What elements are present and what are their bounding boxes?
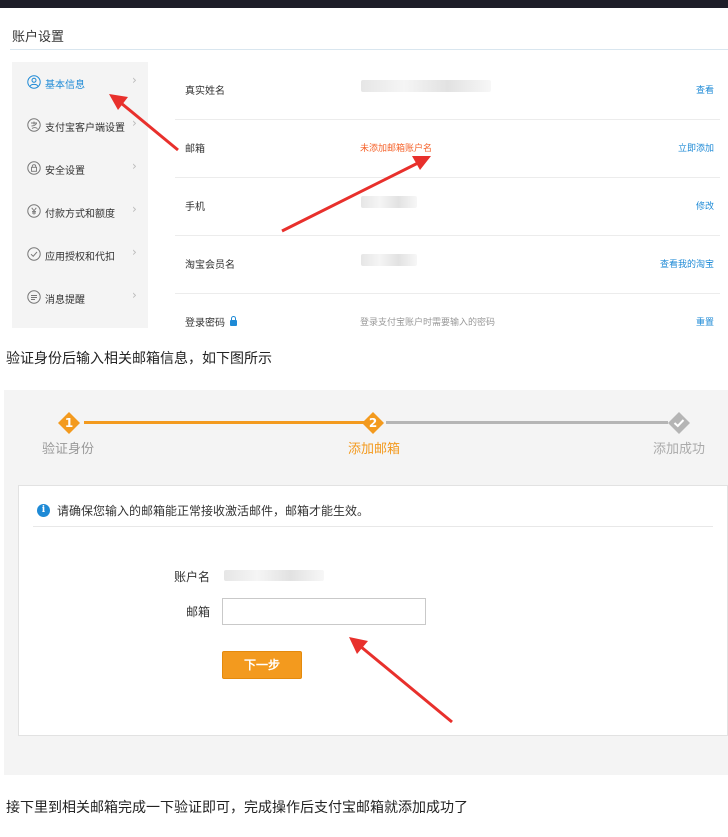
lock-icon xyxy=(27,161,41,175)
chevron-right-icon: › xyxy=(132,159,137,173)
row-label: 真实姓名 xyxy=(185,86,225,97)
sidebar-item-security[interactable]: 安全设置 › xyxy=(12,148,148,188)
chevron-right-icon: › xyxy=(132,116,137,130)
settings-sidebar: 基本信息 › 支付宝客户端设置 › 安全设置 › 付款方式和额度 › 应用授权和… xyxy=(12,62,148,328)
step-number: 1 xyxy=(64,416,74,430)
next-step-button[interactable]: 下一步 xyxy=(222,651,302,679)
redacted-value xyxy=(361,254,417,266)
step-number: 2 xyxy=(368,416,378,430)
sidebar-item-label: 安全设置 xyxy=(45,166,85,177)
step-3-marker xyxy=(668,412,690,434)
check-diamond-icon xyxy=(668,412,690,434)
step-2-label: 添加邮箱 xyxy=(348,442,401,457)
row-label: 登录密码 xyxy=(185,314,237,329)
chevron-right-icon: › xyxy=(132,202,137,216)
page-title: 账户设置 xyxy=(12,30,65,45)
sidebar-item-label: 基本信息 xyxy=(45,80,85,91)
redacted-value xyxy=(361,80,491,92)
view-taobao-link[interactable]: 查看我的淘宝 xyxy=(660,257,714,270)
notice-text: 请确保您输入的邮箱能正常接收激活邮件，邮箱才能生效。 xyxy=(57,504,370,518)
chevron-right-icon: › xyxy=(132,288,137,302)
row-phone: 手机 修改 xyxy=(175,178,720,236)
add-now-link[interactable]: 立即添加 xyxy=(678,141,714,154)
step-2-marker: 2 xyxy=(362,412,384,434)
sidebar-item-basic-info[interactable]: 基本信息 › xyxy=(12,62,148,102)
password-hint: 登录支付宝账户时需要输入的密码 xyxy=(360,318,496,328)
window-top-bar xyxy=(0,0,728,8)
alipay-icon xyxy=(27,118,41,132)
row-label: 手机 xyxy=(185,202,205,213)
row-login-password: 登录密码 登录支付宝账户时需要输入的密码 重置 xyxy=(175,294,720,334)
step-3-label: 添加成功 xyxy=(653,442,706,457)
sidebar-item-app-auth[interactable]: 应用授权和代扣 › xyxy=(12,234,148,274)
step-1-marker: 1 xyxy=(58,412,80,434)
row-label-text: 登录密码 xyxy=(185,318,225,329)
title-divider xyxy=(10,49,728,50)
yen-icon xyxy=(27,204,41,218)
modify-link[interactable]: 修改 xyxy=(696,199,714,212)
account-settings-screenshot: 账户设置 基本信息 › 支付宝客户端设置 › 安全设置 › 付款方式和额度 › … xyxy=(0,8,728,334)
redacted-account-name xyxy=(224,570,324,581)
row-taobao: 淘宝会员名 查看我的淘宝 xyxy=(175,236,720,294)
lock-icon xyxy=(230,316,237,326)
step-1-label: 验证身份 xyxy=(42,442,95,457)
sidebar-item-notifications[interactable]: 消息提醒 › xyxy=(12,277,148,317)
account-name-label: 账户名 xyxy=(174,570,211,584)
view-link[interactable]: 查看 xyxy=(696,83,714,96)
sidebar-item-label: 消息提醒 xyxy=(45,295,85,306)
row-email: 邮箱 未添加邮箱账户名 立即添加 xyxy=(175,120,720,178)
notice-divider xyxy=(33,526,713,527)
email-input[interactable] xyxy=(222,598,426,625)
caption-step-1: 验证身份后输入相关邮箱信息，如下图所示 xyxy=(6,351,272,367)
sidebar-item-payment[interactable]: 付款方式和额度 › xyxy=(12,191,148,231)
user-icon xyxy=(27,75,41,89)
sidebar-item-label: 付款方式和额度 xyxy=(45,209,115,220)
row-real-name: 真实姓名 查看 xyxy=(175,62,720,120)
email-form-panel: i 请确保您输入的邮箱能正常接收激活邮件，邮箱才能生效。 账户名 邮箱 下一步 xyxy=(18,485,728,736)
reset-link[interactable]: 重置 xyxy=(696,315,714,328)
check-circle-icon xyxy=(27,247,41,261)
progress-line-done xyxy=(84,421,366,424)
add-email-screenshot: 1 验证身份 2 添加邮箱 添加成功 i 请确保您输入的邮箱能正常接收激活邮件，… xyxy=(4,390,728,775)
row-label: 邮箱 xyxy=(185,144,205,155)
row-label: 淘宝会员名 xyxy=(185,260,235,271)
sidebar-item-label: 支付宝客户端设置 xyxy=(45,123,125,134)
redacted-value xyxy=(361,196,417,208)
email-label: 邮箱 xyxy=(186,605,211,619)
email-status: 未添加邮箱账户名 xyxy=(360,144,433,154)
info-icon: i xyxy=(37,504,50,517)
chevron-right-icon: › xyxy=(132,73,137,87)
caption-step-2: 接下里到相关邮箱完成一下验证即可，完成操作后支付宝邮箱就添加成功了 xyxy=(6,800,468,816)
chevron-right-icon: › xyxy=(132,245,137,259)
sidebar-item-alipay-client[interactable]: 支付宝客户端设置 › xyxy=(12,105,148,145)
message-icon xyxy=(27,290,41,304)
sidebar-item-label: 应用授权和代扣 xyxy=(45,252,115,263)
progress-line-pending xyxy=(386,421,668,424)
